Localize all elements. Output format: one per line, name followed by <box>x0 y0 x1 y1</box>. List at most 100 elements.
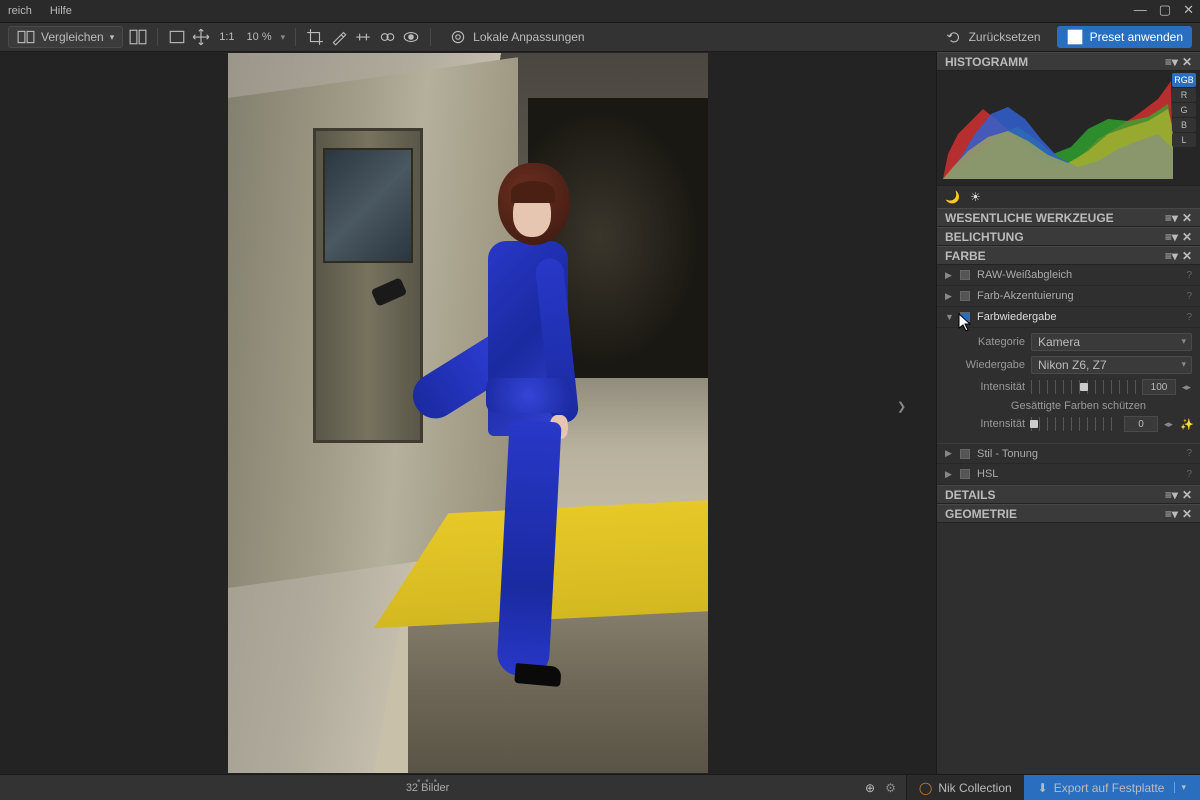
minimize-icon[interactable]: — <box>1134 2 1147 18</box>
close-icon[interactable]: ✕ <box>1182 211 1192 225</box>
collapse-icon[interactable]: ▼ <box>945 312 953 322</box>
target-icon <box>449 28 467 46</box>
toggle[interactable] <box>960 270 970 280</box>
menu-icon[interactable]: ≡▾ <box>1165 55 1178 69</box>
intensity1-slider[interactable] <box>1031 380 1136 394</box>
section-color[interactable]: FARBE ≡▾✕ <box>937 246 1200 265</box>
image-viewer[interactable] <box>0 52 936 774</box>
intensity2-slider[interactable] <box>1031 417 1118 431</box>
split-view-icon[interactable] <box>129 28 147 46</box>
close-icon[interactable]: ✕ <box>1182 488 1192 502</box>
close-icon[interactable]: ✕ <box>1182 249 1192 263</box>
render-value: Nikon Z6, Z7 <box>1038 358 1107 372</box>
horizon-icon[interactable] <box>354 28 372 46</box>
section-tools[interactable]: WESENTLICHE WERKZEUGE ≡▾✕ <box>937 208 1200 227</box>
category-select[interactable]: Kamera <box>1031 333 1192 351</box>
close-icon[interactable]: ✕ <box>1182 55 1192 69</box>
row-label: Stil - Tonung <box>977 448 1179 460</box>
row-label: Farb-Akzentuierung <box>977 290 1179 302</box>
row-rendering[interactable]: ▼ Farbwiedergabe ? <box>937 307 1200 328</box>
drag-handle-icon[interactable]: • • • <box>417 776 438 787</box>
help-icon[interactable]: ? <box>1186 469 1192 480</box>
export-icon: ⬇ <box>1038 781 1048 795</box>
help-icon[interactable]: ? <box>1186 270 1192 281</box>
separator <box>157 28 158 46</box>
chevron-down-icon[interactable]: ▾ <box>281 32 286 43</box>
protect-label: Gesättigte Farben schützen <box>965 398 1192 413</box>
compare-button[interactable]: Vergleichen ▾ <box>8 26 123 48</box>
channel-r[interactable]: R <box>1172 88 1196 102</box>
window-controls: — ▢ ✕ <box>1134 2 1194 18</box>
settings-icon[interactable]: ⚙ <box>885 781 896 795</box>
close-icon[interactable]: ✕ <box>1182 230 1192 244</box>
menu-icon[interactable]: ≡▾ <box>1165 211 1178 225</box>
close-icon[interactable]: ✕ <box>1183 2 1194 18</box>
section-exposure[interactable]: BELICHTUNG ≡▾ ✕ <box>937 227 1200 246</box>
stepper-icon[interactable]: ◂▸ <box>1164 419 1174 430</box>
channel-l[interactable]: L <box>1172 133 1196 147</box>
close-icon[interactable]: ✕ <box>1182 507 1192 521</box>
toggle[interactable] <box>960 291 970 301</box>
menu-icon[interactable]: ≡▾ <box>1165 249 1178 263</box>
toggle[interactable] <box>960 312 970 322</box>
retouch-icon[interactable] <box>378 28 396 46</box>
section-details-label: DETAILS <box>945 488 995 502</box>
help-icon[interactable]: ? <box>1186 312 1192 323</box>
row-style[interactable]: ▶ Stil - Tonung ? <box>937 443 1200 464</box>
export-button[interactable]: ⬇ Export auf Festplatte ▾ <box>1024 775 1200 800</box>
crop-icon[interactable] <box>306 28 324 46</box>
menu-icon[interactable]: ≡▾ <box>1165 507 1178 521</box>
rendering-controls: Kategorie Kamera Wiedergabe Nikon Z6, Z7… <box>937 328 1200 437</box>
export-label: Export auf Festplatte <box>1054 781 1165 795</box>
toggle[interactable] <box>960 469 970 479</box>
expand-icon[interactable]: ▶ <box>945 270 953 281</box>
target-icon[interactable]: ⊕ <box>865 781 875 795</box>
menu-icon[interactable]: ≡▾ <box>1165 488 1178 502</box>
channel-b[interactable]: B <box>1172 118 1196 132</box>
expand-icon[interactable]: ▶ <box>945 448 953 459</box>
maximize-icon[interactable]: ▢ <box>1159 2 1171 18</box>
histogram-header[interactable]: HISTOGRAMM ≡▾✕ <box>937 52 1200 71</box>
frame-icon[interactable] <box>168 28 186 46</box>
category-label: Kategorie <box>965 336 1025 348</box>
row-raw-wb[interactable]: ▶ RAW-Weißabgleich ? <box>937 265 1200 286</box>
intensity2-value[interactable]: 0 <box>1124 416 1158 432</box>
section-details[interactable]: DETAILS ≡▾ ✕ <box>937 485 1200 504</box>
move-icon[interactable] <box>192 28 210 46</box>
local-adjust-button[interactable]: Lokale Anpassungen <box>441 26 592 48</box>
highlight-clip-icon[interactable]: ☀ <box>970 190 981 204</box>
main-area: ❯ HISTOGRAMM ≡▾✕ RGB R G B L 🌙 ☀ <box>0 52 1200 774</box>
intensity1-value[interactable]: 100 <box>1142 379 1176 395</box>
section-geometry[interactable]: GEOMETRIE ≡▾✕ <box>937 504 1200 523</box>
help-icon[interactable]: ? <box>1186 448 1192 459</box>
channel-g[interactable]: G <box>1172 103 1196 117</box>
help-icon[interactable]: ? <box>1186 291 1192 302</box>
wand-icon[interactable]: ✨ <box>1180 418 1192 431</box>
panel-reveal-icon[interactable]: ❯ <box>897 400 911 413</box>
status-icons: ⊕ ⚙ <box>855 781 906 795</box>
section-exposure-label: BELICHTUNG <box>945 230 1024 244</box>
render-select[interactable]: Nikon Z6, Z7 <box>1031 356 1192 374</box>
menu-icon[interactable]: ≡▾ <box>1165 230 1178 244</box>
shadow-clip-icon[interactable]: 🌙 <box>945 190 960 204</box>
expand-icon[interactable]: ▶ <box>945 291 953 302</box>
nik-collection-button[interactable]: ◯ Nik Collection <box>906 775 1024 800</box>
apply-preset-button[interactable]: Preset anwenden <box>1057 26 1192 48</box>
reset-button[interactable]: Zurücksetzen <box>937 26 1049 48</box>
row-hsl[interactable]: ▶ HSL ? <box>937 464 1200 485</box>
expand-icon[interactable]: ▶ <box>945 469 953 480</box>
separator <box>430 28 431 46</box>
menu-reich[interactable]: reich <box>8 5 32 17</box>
apply-preset-label: Preset anwenden <box>1090 30 1183 44</box>
toggle[interactable] <box>960 449 970 459</box>
stepper-icon[interactable]: ◂▸ <box>1182 382 1192 393</box>
nik-ring-icon: ◯ <box>919 781 932 795</box>
eye-icon[interactable] <box>402 28 420 46</box>
ratio-label[interactable]: 1:1 <box>219 31 234 43</box>
channel-rgb[interactable]: RGB <box>1172 73 1196 87</box>
eyedropper-icon[interactable] <box>330 28 348 46</box>
nik-label: Nik Collection <box>938 781 1011 795</box>
row-accent[interactable]: ▶ Farb-Akzentuierung ? <box>937 286 1200 307</box>
zoom-level[interactable]: 10 % <box>247 31 272 43</box>
menu-help[interactable]: Hilfe <box>50 5 72 17</box>
